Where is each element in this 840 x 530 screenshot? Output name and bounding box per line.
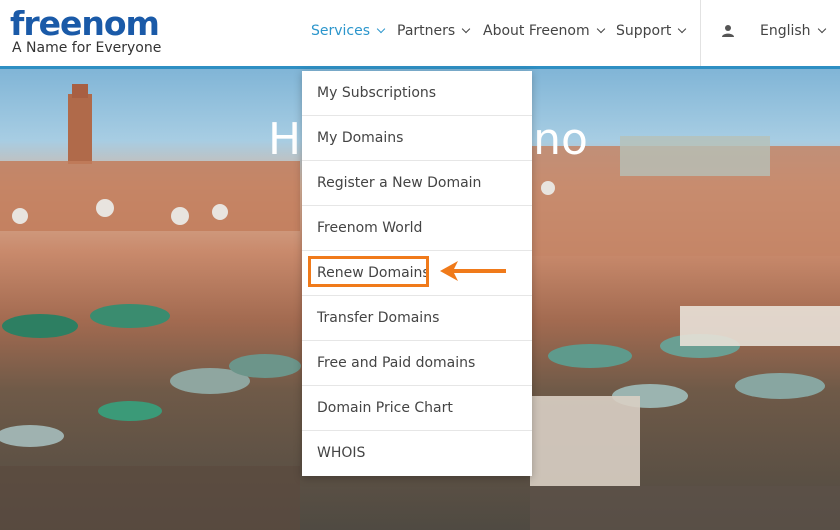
nav-support-label: Support — [616, 23, 672, 39]
hero-top-bar — [0, 66, 840, 69]
hero-title-right: no — [533, 114, 588, 165]
menu-item-transfer-domains[interactable]: Transfer Domains — [302, 296, 532, 341]
chevron-down-icon — [376, 24, 386, 34]
menu-item-freenom-world[interactable]: Freenom World — [302, 206, 532, 251]
menu-item-free-and-paid-domains[interactable]: Free and Paid domains — [302, 341, 532, 386]
hero-title-left: H — [268, 114, 302, 165]
menu-item-whois[interactable]: WHOIS — [302, 431, 532, 475]
menu-item-my-subscriptions[interactable]: My Subscriptions — [302, 71, 532, 116]
user-icon[interactable] — [721, 24, 735, 38]
nav-partners[interactable]: Partners — [397, 23, 471, 39]
language-selector[interactable]: English — [760, 23, 826, 39]
freenom-logo[interactable]: freenom — [10, 5, 160, 43]
nav-support[interactable]: Support — [616, 23, 687, 39]
nav-services[interactable]: Services — [311, 23, 386, 39]
nav-services-label: Services — [311, 23, 371, 39]
chevron-down-icon — [817, 24, 826, 34]
chevron-down-icon — [461, 24, 471, 34]
nav-partners-label: Partners — [397, 23, 456, 39]
language-label: English — [760, 23, 811, 39]
nav-about-freenom[interactable]: About Freenom — [483, 23, 605, 39]
site-header: freenom A Name for Everyone Services Par… — [0, 0, 840, 66]
nav-divider — [700, 0, 701, 66]
chevron-down-icon — [678, 24, 687, 34]
chevron-down-icon — [596, 24, 605, 34]
menu-item-domain-price-chart[interactable]: Domain Price Chart — [302, 386, 532, 431]
pointer-arrow-icon — [440, 261, 506, 281]
logo-tagline: A Name for Everyone — [12, 40, 162, 56]
menu-item-register-new-domain[interactable]: Register a New Domain — [302, 161, 532, 206]
nav-about-label: About Freenom — [483, 23, 590, 39]
menu-item-my-domains[interactable]: My Domains — [302, 116, 532, 161]
